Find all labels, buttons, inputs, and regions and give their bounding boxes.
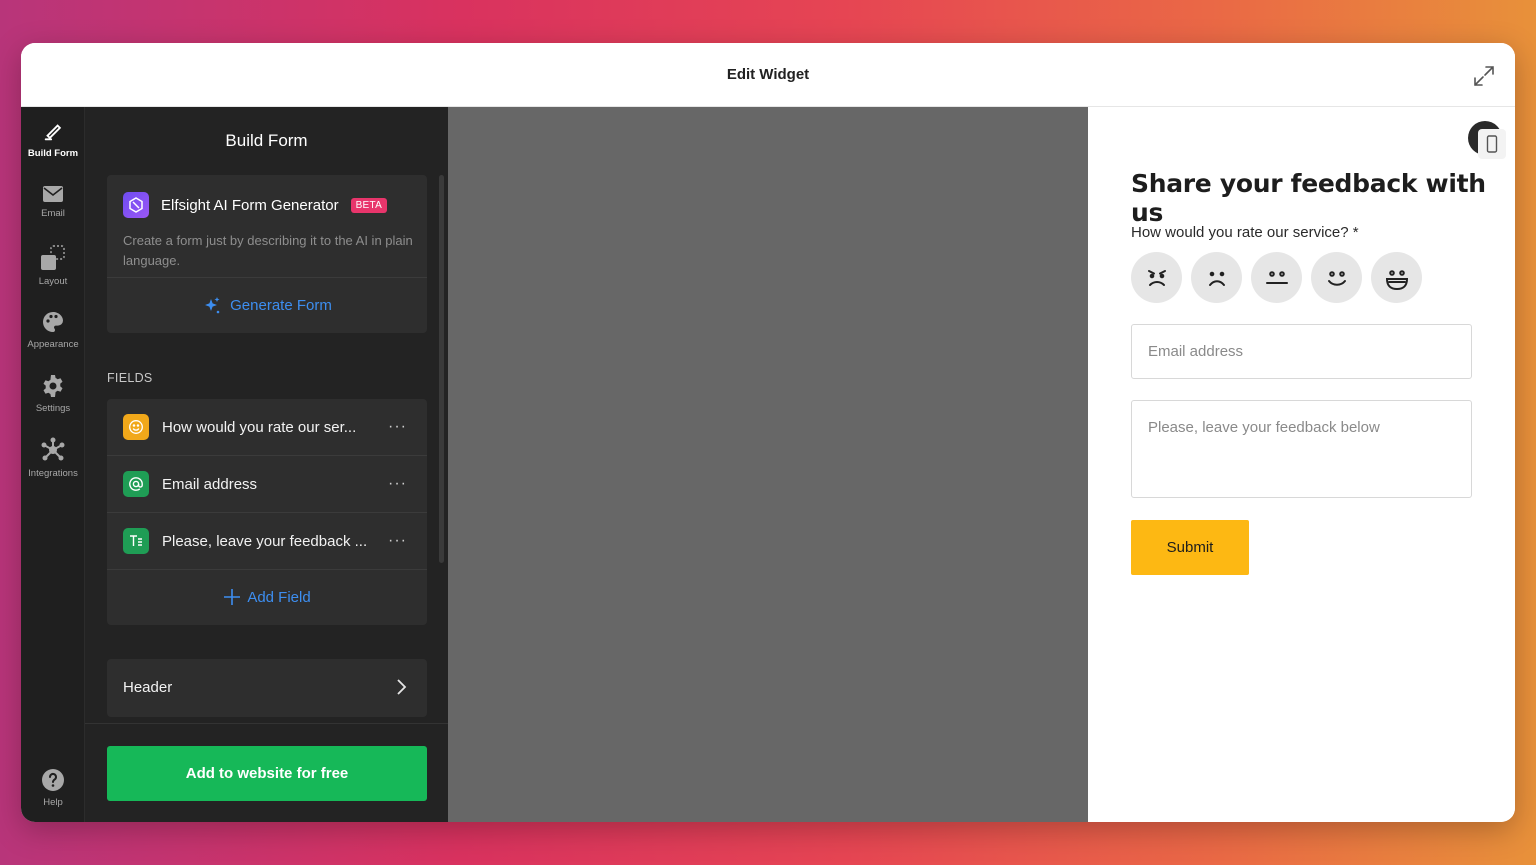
rating-faces <box>1131 252 1431 303</box>
expand-icon[interactable] <box>1471 63 1497 89</box>
generate-form-button[interactable]: Generate Form <box>107 278 427 333</box>
very-happy-face-icon[interactable] <box>1371 252 1422 303</box>
textarea-icon <box>123 528 149 554</box>
form-preview: Share your feedback with us How would yo… <box>1088 107 1515 822</box>
pencil-icon <box>44 124 62 141</box>
rail-item-label: Build Form <box>27 148 79 159</box>
field-label: Please, leave your feedback ... <box>162 532 368 550</box>
device-toggle-button[interactable] <box>1468 121 1506 159</box>
sidebar-rail: Build Form Email Layout Appearance Setti… <box>21 107 85 822</box>
fields-list: How would you rate our ser... ··· Email … <box>107 399 427 625</box>
add-field-label: Add Field <box>247 588 311 606</box>
rail-item-label: Appearance <box>27 339 79 350</box>
preview-canvas-background <box>448 107 1088 822</box>
add-to-website-button[interactable]: Add to website for free <box>107 746 427 801</box>
rail-item-integrations[interactable]: Integrations <box>21 429 85 487</box>
field-label: Email address <box>162 475 258 493</box>
field-label: How would you rate our ser... <box>162 418 357 436</box>
sparkle-icon <box>205 296 220 313</box>
generate-form-label: Generate Form <box>230 297 332 314</box>
ai-generator-name: Elfsight AI Form Generator <box>161 196 339 214</box>
rail-item-help[interactable]: Help <box>21 759 85 817</box>
gear-icon <box>43 375 63 397</box>
rail-item-settings[interactable]: Settings <box>21 365 85 423</box>
happy-face-icon[interactable] <box>1311 252 1362 303</box>
submit-button[interactable]: Submit <box>1131 520 1249 575</box>
palette-icon <box>43 312 63 332</box>
rail-item-label: Help <box>43 797 63 808</box>
integrations-icon <box>41 437 65 461</box>
rail-item-label: Email <box>41 208 65 219</box>
rail-item-appearance[interactable]: Appearance <box>21 301 85 359</box>
chevron-right-icon <box>397 679 407 695</box>
form-title: Share your feedback with us <box>1131 169 1486 227</box>
more-options-icon[interactable]: ··· <box>388 532 407 550</box>
layout-icon <box>41 245 65 270</box>
rating-question: How would you rate our service? * <box>1131 224 1359 241</box>
plus-icon <box>224 589 241 605</box>
edit-widget-window: Edit Widget Build Form Email Layout Appe… <box>21 43 1515 822</box>
header-section-card: Header <box>107 659 427 717</box>
ai-generator-header: Elfsight AI Form Generator BETA <box>123 192 388 218</box>
more-options-icon[interactable]: ··· <box>388 418 407 436</box>
at-icon <box>123 471 149 497</box>
help-icon <box>42 769 64 791</box>
rail-item-layout[interactable]: Layout <box>21 237 85 295</box>
panel-title: Build Form <box>225 131 308 150</box>
smiley-icon <box>123 414 149 440</box>
window-title: Edit Widget <box>726 66 810 83</box>
ai-generator-description: Create a form just by describing it to t… <box>123 233 413 268</box>
field-row-feedback[interactable]: Please, leave your feedback ... ··· <box>107 513 427 569</box>
rail-item-label: Layout <box>38 276 68 287</box>
feedback-textarea[interactable]: Please, leave your feedback below <box>1131 400 1472 498</box>
field-row-email[interactable]: Email address ··· <box>107 456 427 512</box>
rail-item-label: Settings <box>35 403 71 414</box>
field-row-rating[interactable]: How would you rate our ser... ··· <box>107 399 427 455</box>
title-bar: Edit Widget <box>21 43 1515 107</box>
rail-item-email[interactable]: Email <box>21 173 85 231</box>
header-section-row[interactable]: Header <box>107 659 427 715</box>
rail-item-build-form[interactable]: Build Form <box>21 111 85 169</box>
more-options-icon[interactable]: ··· <box>388 475 407 493</box>
panel-footer: Add to website for free <box>85 723 448 822</box>
angry-face-icon[interactable] <box>1131 252 1182 303</box>
email-field[interactable]: Email address <box>1131 324 1472 379</box>
ai-generator-card: Elfsight AI Form Generator BETA Create a… <box>107 175 427 333</box>
mobile-phone-icon <box>1478 129 1506 159</box>
add-field-button[interactable]: Add Field <box>107 569 427 625</box>
panel-scrollbar[interactable] <box>439 175 444 563</box>
ai-logo-icon <box>123 192 149 218</box>
fields-section-label: FIELDS <box>107 371 153 385</box>
header-section-label: Header <box>123 678 173 696</box>
beta-badge: BETA <box>350 197 388 213</box>
rail-item-label: Integrations <box>28 468 78 479</box>
envelope-icon <box>43 186 63 202</box>
build-form-panel: Build Form Elfsight AI Form Generator BE… <box>85 107 448 822</box>
neutral-face-icon[interactable] <box>1251 252 1302 303</box>
sad-face-icon[interactable] <box>1191 252 1242 303</box>
